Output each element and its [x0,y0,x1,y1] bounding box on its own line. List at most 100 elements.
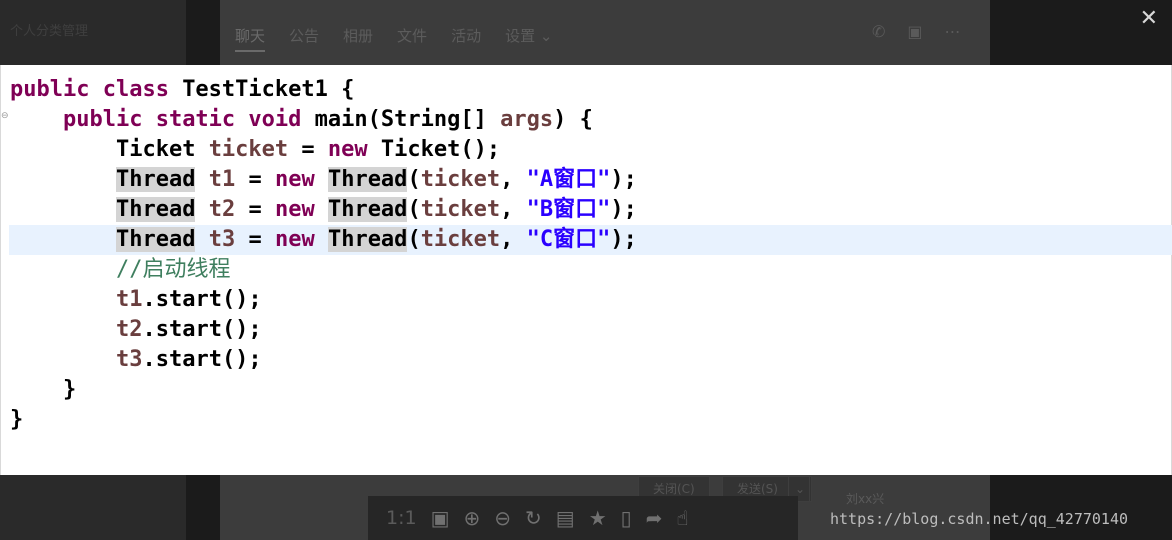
code-token: ); [610,197,637,222]
chat-action-icons: ✆ ▣ ⋯ [872,22,961,41]
code-token: , [500,227,527,252]
code-token: //启动线程 [115,257,231,282]
more-icon[interactable]: ⋯ [945,22,961,41]
code-token: , [500,197,527,222]
code-token: Thread [115,197,196,222]
code-line: t2.start(); [10,315,262,345]
code-line: } [10,405,23,435]
message-plus-icon[interactable]: ▣ [907,22,922,41]
code-token: "C窗口" [526,227,611,252]
code-token: Ticket [115,137,209,162]
tab-activity[interactable]: 活动 [451,25,481,52]
like-icon[interactable]: ☝ [676,508,688,528]
tab-album[interactable]: 相册 [343,25,373,52]
code-token: t1 [115,287,143,312]
code-token: ( [407,167,421,192]
code-image: ⊖ public class TestTicket1 { public stat… [0,65,1172,475]
code-token: public static void [62,107,315,132]
code-token: ) { [553,107,593,132]
code-token: = [235,197,275,222]
code-token: args [500,107,554,132]
code-token: .start(); [142,347,262,372]
member-name: 刘xx兴 [846,492,885,506]
tab-announcement[interactable]: 公告 [289,25,319,52]
fold-marker-icon: ⊖ [1,111,9,121]
rotate-icon[interactable]: ↻ [525,508,542,528]
code-token: new [274,197,315,222]
fit-screen-icon[interactable]: ▣ [431,508,450,528]
tab-files[interactable]: 文件 [397,25,427,52]
code-token: t1 [208,167,236,192]
code-token: "A窗口" [526,167,611,192]
code-line: public class TestTicket1 { [10,75,354,105]
close-icon[interactable]: ✕ [1140,8,1158,30]
code-token: TestTicket1 { [182,77,355,102]
code-line: } [10,375,76,405]
phone-icon[interactable]: ✆ [872,22,885,41]
code-line: public static void main(String[] args) { [10,105,593,135]
code-token: , [500,167,527,192]
code-token: = [235,167,275,192]
code-token: ticket [420,167,501,192]
code-token: ticket [420,227,501,252]
code-token: new [274,227,315,252]
code-token: t2 [208,197,236,222]
code-line: Thread t3 = new Thread(ticket, "C窗口"); [9,225,1172,255]
bookmark-icon[interactable]: ★ [589,508,607,528]
code-line: t3.start(); [10,345,262,375]
code-line: Thread t1 = new Thread(ticket, "A窗口"); [10,165,637,195]
code-line: Ticket ticket = new Ticket(); [10,135,500,165]
code-token: = [235,227,275,252]
code-token: ( [407,227,421,252]
code-token: t2 [115,317,143,342]
blog-watermark: https://blog.csdn.net/qq_42770140 [830,510,1129,528]
viewer-toolbar: 1:1 ▣ ⊕ ⊖ ↻ ▤ ★ ▯ ➦ ☝ [368,496,798,540]
code-token: = [288,137,328,162]
zoom-original-button[interactable]: 1:1 [386,508,417,528]
code-token: .start(); [142,287,262,312]
code-token: new [274,167,315,192]
code-token: ( [407,197,421,222]
category-manage-title: 个人分类管理 [10,24,89,39]
code-token: public class [10,77,183,102]
zoom-in-icon[interactable]: ⊕ [463,508,480,528]
tab-settings-label: 设置 [505,27,536,45]
code-token: ticket [420,197,501,222]
save-icon[interactable]: ▤ [556,508,575,528]
code-token: } [10,407,24,432]
code-line: Thread t2 = new Thread(ticket, "B窗口"); [10,195,637,225]
code-token: Thread [115,167,196,192]
code-token: Ticket(); [367,137,501,162]
code-line: //启动线程 [10,255,231,285]
code-line: t1.start(); [10,285,262,315]
code-token: Thread [115,227,196,252]
chat-tabs: 聊天 公告 相册 文件 活动 设置 ⌄ [235,25,552,52]
code-token: t3 [208,227,236,252]
code-token: new [327,137,368,162]
tab-chat[interactable]: 聊天 [235,25,266,52]
code-token: Thread [327,197,408,222]
tab-settings[interactable]: 设置 ⌄ [505,25,552,52]
chevron-down-icon: ⌄ [539,27,553,45]
code-token: main(String[] [314,107,501,132]
phone-send-icon[interactable]: ▯ [621,508,632,528]
share-icon[interactable]: ➦ [646,508,663,528]
zoom-out-icon[interactable]: ⊖ [494,508,511,528]
code-token: Thread [327,167,408,192]
code-token: "B窗口" [526,197,611,222]
code-token: Thread [327,227,408,252]
